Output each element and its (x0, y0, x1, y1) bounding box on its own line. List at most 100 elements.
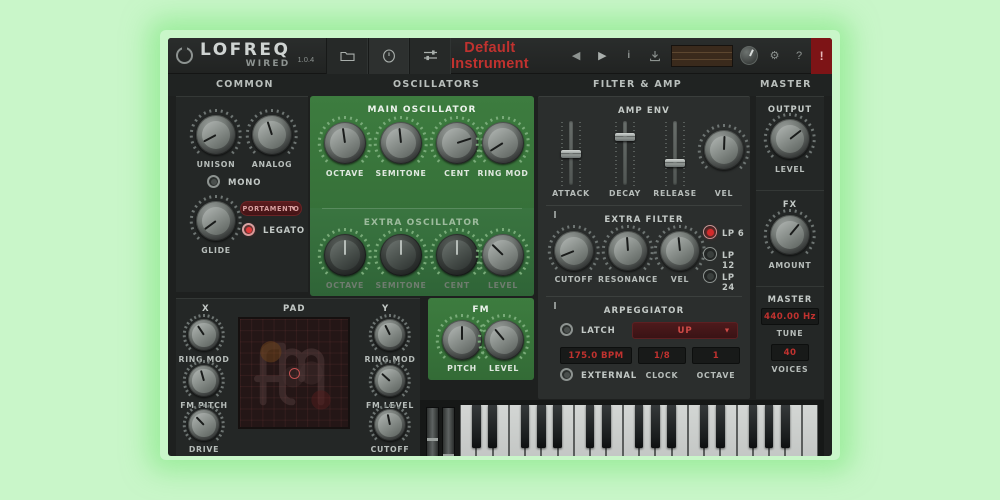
x-fmpitch-knob[interactable] (183, 360, 225, 397)
piano-keys[interactable]: C1C2C3C4 (460, 405, 818, 456)
glide-knob[interactable] (190, 195, 242, 241)
arpeggiator-title: ARPEGGIATOR (603, 306, 685, 316)
filter-mode-lp24-radio[interactable] (703, 269, 717, 283)
filter-vel-knob[interactable] (654, 225, 706, 271)
master-voices-label: VOICES (771, 365, 809, 374)
black-key[interactable] (781, 405, 790, 448)
attack-slider[interactable] (560, 121, 582, 186)
main-osc-octave-knob[interactable] (318, 116, 372, 164)
arp-mode-dropdown[interactable]: UP ▼ (632, 322, 738, 339)
legato-toggle[interactable] (242, 223, 255, 236)
black-key[interactable] (537, 405, 546, 448)
settings-sliders-button[interactable] (409, 38, 451, 74)
mono-toggle[interactable] (207, 175, 220, 188)
black-key[interactable] (520, 405, 530, 448)
panic-button[interactable]: ! (811, 38, 832, 74)
master-tune-field[interactable]: 440.00 Hz (761, 308, 819, 325)
arp-mode-value: UP (677, 325, 693, 336)
help-button[interactable]: ? (787, 38, 811, 74)
chevron-down-icon: ▼ (291, 205, 296, 212)
master-voices-field[interactable]: 40 (771, 344, 809, 361)
x-axis-title: X (202, 304, 210, 314)
fm-level-knob[interactable] (478, 314, 530, 360)
main-osc-ringmod-label: RING MOD (477, 169, 529, 178)
amp-vel-knob[interactable] (698, 124, 750, 170)
main-osc-semitone-knob[interactable] (374, 116, 428, 164)
next-preset-button[interactable]: ▶ (589, 38, 615, 74)
decay-slider[interactable] (614, 121, 636, 186)
extra-oscillator-title: EXTRA OSCILLATOR (363, 218, 481, 228)
preferences-button[interactable]: ⚙ (762, 38, 786, 74)
xy-pad-panel: X PAD Y RING MOD FM PITCH (176, 298, 420, 456)
master-level-knob[interactable] (764, 113, 816, 159)
pad-cursor[interactable] (288, 367, 300, 379)
portamento-dropdown[interactable]: PORTAMENTO ▼ (240, 201, 302, 216)
x-drive-knob[interactable] (183, 404, 225, 441)
fx-amount-knob[interactable] (764, 209, 816, 255)
extra-osc-octave-knob[interactable] (318, 228, 372, 276)
prev-arrow-icon: ◀ (571, 50, 581, 62)
release-slider[interactable] (664, 121, 686, 186)
arp-clock-field[interactable]: 1/8 (638, 347, 686, 364)
unison-knob[interactable] (190, 109, 242, 155)
extra-osc-semitone-knob[interactable] (374, 228, 428, 276)
arp-latch-toggle[interactable] (560, 323, 573, 336)
amp-env-title: AMP ENV (618, 106, 670, 116)
black-key[interactable] (650, 405, 660, 448)
synth-plugin-window: LOFREQ WIRED 1.0.4 Default Instrument ◀ … (168, 38, 832, 456)
extra-oscillator-panel: EXTRA OSCILLATOR OCTAVE SEMITONE CENT LE… (310, 208, 534, 296)
save-preset-button[interactable] (642, 38, 668, 74)
y-cutoff-label: CUTOFF (370, 445, 410, 454)
main-osc-ringmod-knob[interactable] (476, 116, 530, 164)
black-key[interactable] (634, 405, 644, 448)
filter-mode-lp12-radio[interactable] (703, 247, 717, 261)
pitch-wheel[interactable] (426, 407, 439, 456)
black-key[interactable] (585, 405, 595, 448)
black-key[interactable] (716, 405, 725, 448)
black-key[interactable] (553, 405, 562, 448)
black-key[interactable] (602, 405, 611, 448)
amp-vel-label: VEL (714, 189, 734, 198)
black-key[interactable] (748, 405, 758, 448)
brand-logo: LOFREQ WIRED 1.0.4 (168, 42, 326, 69)
filter-cutoff-knob[interactable] (548, 225, 600, 271)
y-cutoff-knob[interactable] (369, 404, 411, 441)
prev-preset-button[interactable]: ◀ (563, 38, 589, 74)
screenshot-root: LOFREQ WIRED 1.0.4 Default Instrument ◀ … (0, 0, 1000, 500)
section-label-master: MASTER (760, 79, 812, 90)
info-button[interactable]: i (616, 38, 642, 74)
fm-pitch-knob[interactable] (436, 314, 488, 360)
clock-button[interactable] (367, 38, 410, 74)
y-ringmod-knob[interactable] (369, 314, 411, 351)
analog-knob[interactable] (246, 109, 298, 155)
extra-osc-level-label: LEVEL (487, 281, 519, 290)
black-key[interactable] (667, 405, 676, 448)
filter-mode-lp6-radio[interactable] (703, 225, 717, 239)
black-key[interactable] (488, 405, 497, 448)
preset-name-label[interactable]: Default Instrument (451, 40, 563, 72)
black-key[interactable] (699, 405, 709, 448)
browse-presets-button[interactable] (326, 38, 368, 74)
filter-resonance-knob[interactable] (602, 225, 654, 271)
black-key[interactable] (764, 405, 774, 448)
folder-icon (340, 51, 355, 61)
save-icon (650, 50, 660, 61)
black-key[interactable] (471, 405, 481, 448)
white-key[interactable] (801, 405, 818, 456)
arp-octave-field[interactable]: 1 (692, 347, 740, 364)
master-gain-mini-knob[interactable] (740, 46, 759, 65)
arp-bpm-field[interactable]: 175.0 BPM (560, 347, 632, 364)
xy-pad-surface[interactable] (238, 317, 350, 429)
arp-external-toggle[interactable] (560, 368, 573, 381)
mod-wheel[interactable] (442, 407, 455, 456)
plugin-body: UNISON ANALOG MONO GLIDE PORTAMENTO ▼ LE… (168, 96, 832, 456)
y-fmlevel-knob[interactable] (369, 360, 411, 397)
section-label-filter-amp: FILTER & AMP (593, 79, 683, 90)
gear-icon: ⚙ (769, 50, 780, 62)
chevron-down-icon: ▼ (724, 327, 730, 334)
extra-osc-level-knob[interactable] (476, 228, 530, 276)
extra-osc-cent-knob[interactable] (430, 228, 484, 276)
main-osc-cent-knob[interactable] (430, 116, 484, 164)
x-ringmod-knob[interactable] (183, 314, 225, 351)
x-drive-label: DRIVE (188, 445, 220, 454)
